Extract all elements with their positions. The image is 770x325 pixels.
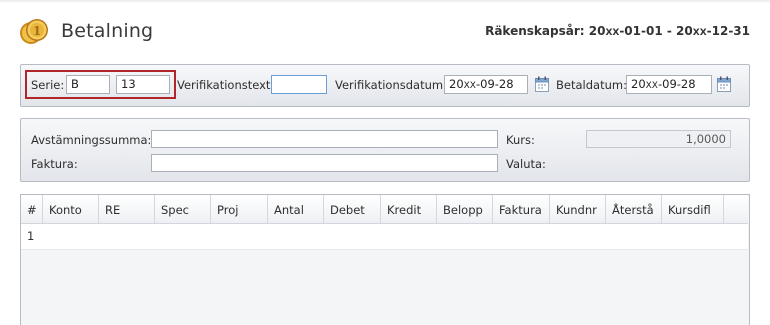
svg-text:1: 1 [33, 24, 41, 38]
page-title: Betalning [61, 20, 154, 42]
verification-text-label: Verifikationstext: [177, 78, 275, 92]
coins-icon: 1 [18, 16, 50, 48]
pay-date-label: Betaldatum: [556, 78, 627, 92]
column-header-aterstar[interactable]: Återstå [606, 195, 662, 223]
reconcile-input[interactable] [151, 130, 498, 148]
calendar-icon[interactable] [717, 76, 731, 92]
fiscal-year-label: Räkenskapsår: [485, 24, 585, 38]
verification-date-label: Verifikationsdatum: [335, 78, 447, 92]
rate-label: Kurs: [506, 133, 535, 147]
fiscal-year-separator: - [666, 24, 672, 38]
serie-label: Serie: [31, 78, 65, 92]
column-header-faktura[interactable]: Faktura [493, 195, 550, 223]
fiscal-year-start: 20XX-01-01 [588, 24, 663, 38]
verification-date-input[interactable]: 20XX-09-28 [444, 75, 528, 94]
reconcile-label: Avstämningssumma: [31, 133, 152, 147]
payment-details-panel [20, 118, 750, 182]
invoice-input[interactable] [151, 154, 498, 172]
column-header-spec[interactable]: Spec [155, 195, 211, 223]
column-header-kredit[interactable]: Kredit [381, 195, 437, 223]
column-header-proj[interactable]: Proj [211, 195, 268, 223]
window-top-edge [0, 0, 770, 3]
serie-input[interactable]: B [66, 75, 110, 94]
column-header-belopp[interactable]: Belopp [437, 195, 493, 223]
rate-input[interactable]: 1,0000 [586, 130, 731, 148]
fiscal-year-end: 20XX-12-31 [676, 24, 750, 38]
column-header-kundnr[interactable]: Kundnr [550, 195, 606, 223]
calendar-icon[interactable] [535, 76, 549, 92]
pay-date-input[interactable]: 20XX-09-28 [626, 75, 712, 94]
row-number-cell: 1 [27, 229, 35, 243]
column-header-re[interactable]: RE [99, 195, 155, 223]
table-row[interactable] [21, 224, 748, 250]
serie-number-input[interactable]: 13 [116, 75, 170, 94]
fiscal-year: Räkenskapsår: 20XX-01-01 - 20XX-12-31 [485, 24, 750, 38]
verification-text-input[interactable] [271, 75, 327, 94]
column-header-kursdiff[interactable]: Kursdifl [662, 195, 724, 223]
column-header-number[interactable]: # [21, 195, 43, 223]
currency-label: Valuta: [506, 157, 546, 171]
column-header-antal[interactable]: Antal [268, 195, 324, 223]
column-header-debet[interactable]: Debet [324, 195, 381, 223]
column-header-konto[interactable]: Konto [43, 195, 99, 223]
invoice-label: Faktura: [31, 157, 78, 171]
